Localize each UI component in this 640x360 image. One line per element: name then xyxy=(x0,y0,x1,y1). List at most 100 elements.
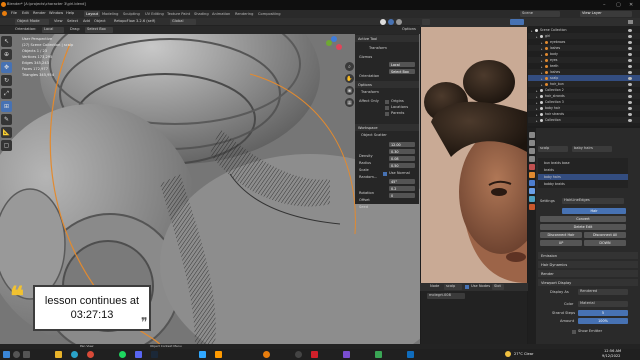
seed-field[interactable]: 0 xyxy=(389,193,415,198)
expand-chevron-icon[interactable]: ▸ xyxy=(541,41,543,45)
rotate-tool-icon[interactable]: ↻ xyxy=(1,75,12,86)
random-field[interactable]: 0.50 xyxy=(389,163,415,168)
menu-window[interactable]: Window xyxy=(49,11,63,16)
display-as-field[interactable]: Rendered xyxy=(578,289,628,295)
expand-chevron-icon[interactable]: ▸ xyxy=(536,95,538,99)
menu-render[interactable]: Render xyxy=(33,11,46,16)
hair-type-button[interactable]: Hair xyxy=(562,208,626,214)
expand-chevron-icon[interactable]: ▸ xyxy=(541,83,543,87)
chrome-icon[interactable] xyxy=(87,351,94,358)
expand-chevron-icon[interactable]: ▸ xyxy=(541,71,543,75)
particle-system-row[interactable]: braids xyxy=(538,167,628,173)
expand-chevron-icon[interactable]: ▸ xyxy=(536,89,538,93)
annotate-tool-icon[interactable]: ✎ xyxy=(1,114,12,125)
expand-chevron-icon[interactable]: ▸ xyxy=(541,77,543,81)
viewport-display-panel[interactable]: Viewport Display xyxy=(538,279,638,286)
search-icon[interactable] xyxy=(13,351,20,358)
edge-icon[interactable] xyxy=(71,351,78,358)
disconnect-hair-button[interactable]: Disconnect Hair xyxy=(540,232,582,238)
strand-steps-field[interactable]: 5 xyxy=(578,310,628,316)
origins-checkbox[interactable] xyxy=(385,99,389,104)
expand-chevron-icon[interactable]: ▸ xyxy=(536,119,538,123)
tab-uv-editing[interactable]: UV Editing xyxy=(143,11,166,17)
discord-icon[interactable] xyxy=(135,351,142,358)
drag-field[interactable]: Select Box xyxy=(85,27,113,33)
expand-chevron-icon[interactable]: ▸ xyxy=(536,35,538,39)
scale-field[interactable]: 0.08 xyxy=(389,156,415,161)
options-menu[interactable]: Options xyxy=(402,27,416,32)
zoom-icon[interactable]: ⌕ xyxy=(345,62,354,71)
visibility-eye-icon[interactable] xyxy=(628,46,632,50)
visibility-eye-icon[interactable] xyxy=(628,76,632,80)
visibility-eye-icon[interactable] xyxy=(628,106,632,110)
menu-object[interactable]: Object xyxy=(94,19,106,24)
transform-orientation-dropdown[interactable]: Global xyxy=(170,19,196,25)
outliner-row[interactable]: ▸ Collection xyxy=(528,117,640,123)
scene-selector[interactable]: Scene xyxy=(520,11,560,17)
menu-select[interactable]: Select xyxy=(67,19,78,24)
editor-type-icon[interactable] xyxy=(422,19,430,25)
tab-modeling[interactable]: Modeling xyxy=(100,11,120,17)
node-editor[interactable]: mclegrt.008 xyxy=(421,291,527,344)
particle-system-name[interactable]: baby hairs xyxy=(572,146,612,152)
tab-shading[interactable]: Shading xyxy=(192,11,211,17)
visibility-eye-icon[interactable] xyxy=(628,28,632,32)
hair-dynamics-panel[interactable]: Hair Dynamics xyxy=(538,261,638,268)
tab-rendering[interactable]: Rendering xyxy=(233,11,255,17)
material-field[interactable]: mclegrt.008 xyxy=(427,293,465,299)
render-shading-icon[interactable] xyxy=(510,19,524,25)
visibility-eye-icon[interactable] xyxy=(628,58,632,62)
parents-checkbox[interactable] xyxy=(385,111,389,116)
settings-field[interactable]: HairLineEdges xyxy=(562,198,624,204)
menu-add[interactable]: Add xyxy=(83,19,90,24)
pan-hand-icon[interactable]: ✋ xyxy=(345,74,354,83)
object-scatter-subheader[interactable]: Object Scatter xyxy=(361,133,387,138)
weather-text[interactable]: 27°C Clear xyxy=(514,352,533,357)
cursor-tool-icon[interactable]: ⊕ xyxy=(1,49,12,60)
node-object-field[interactable]: scalp xyxy=(444,284,462,290)
maximize-icon[interactable]: ▢ xyxy=(616,2,621,8)
use-normal-checkbox[interactable] xyxy=(383,171,387,176)
color-field[interactable]: Material xyxy=(578,301,628,307)
down-button[interactable]: DOWN xyxy=(584,240,626,246)
app-icon[interactable] xyxy=(343,351,350,358)
blender-menu-icon[interactable] xyxy=(2,11,7,16)
radius-field[interactable]: 0.30 xyxy=(389,149,415,154)
workspace-header[interactable]: Workspace xyxy=(355,124,419,131)
active-tool-header[interactable]: Active Tool xyxy=(355,35,419,42)
axis-x-icon[interactable] xyxy=(336,44,342,50)
visibility-eye-icon[interactable] xyxy=(628,88,632,92)
convert-button[interactable]: Convert xyxy=(540,216,626,222)
clock-date[interactable]: 9/12/2022 xyxy=(602,354,620,359)
drag-field[interactable]: Select Box xyxy=(389,69,415,74)
expand-chevron-icon[interactable]: ▸ xyxy=(536,101,538,105)
delete-edit-button[interactable]: Delete Edit xyxy=(540,224,626,230)
add-cube-tool-icon[interactable]: ▢ xyxy=(1,140,12,151)
disconnect-all-button[interactable]: Disconnect All xyxy=(584,232,626,238)
mode-dropdown[interactable]: Object Mode xyxy=(15,19,49,25)
visibility-eye-icon[interactable] xyxy=(628,100,632,104)
tab-compositing[interactable]: Compositing xyxy=(256,11,283,17)
transform-tool-icon[interactable]: ⊞ xyxy=(1,101,12,112)
axis-z-icon[interactable] xyxy=(331,36,337,42)
navigation-gizmo[interactable] xyxy=(320,36,346,58)
tab-animation[interactable]: Animation xyxy=(210,11,232,17)
node-menu[interactable]: Node xyxy=(430,284,439,289)
locations-checkbox[interactable] xyxy=(385,105,389,110)
options-header[interactable]: Options xyxy=(355,81,419,88)
pdf-icon[interactable] xyxy=(311,351,318,358)
illustrator-icon[interactable] xyxy=(215,351,222,358)
spotify-icon[interactable] xyxy=(119,351,126,358)
notes-icon[interactable] xyxy=(375,351,382,358)
menu-edit[interactable]: Edit xyxy=(22,11,29,16)
expand-chevron-icon[interactable]: ▸ xyxy=(541,65,543,69)
visibility-eye-icon[interactable] xyxy=(628,70,632,74)
visibility-eye-icon[interactable] xyxy=(628,64,632,68)
close-icon[interactable]: ✕ xyxy=(629,2,633,8)
particle-system-row[interactable]: bun braids base xyxy=(538,160,628,166)
steam-icon[interactable] xyxy=(151,351,158,358)
task-view-icon[interactable] xyxy=(23,351,30,358)
orientation-field[interactable]: Local xyxy=(389,62,415,67)
blender-task-icon[interactable] xyxy=(263,351,270,358)
weather-icon[interactable] xyxy=(505,351,511,357)
